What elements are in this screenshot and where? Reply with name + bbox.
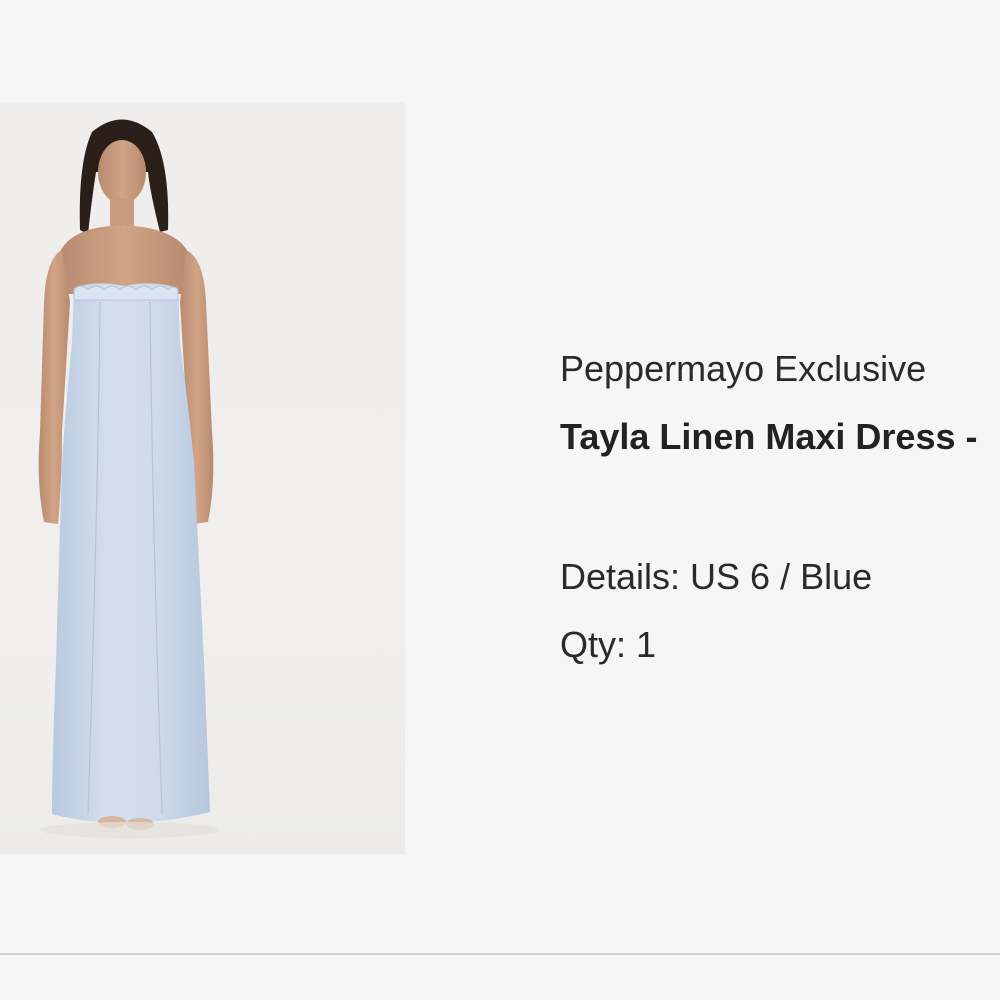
order-item-card: Peppermayo Exclusive Tayla Linen Maxi Dr… bbox=[0, 0, 1000, 1000]
product-quantity: Qty: 1 bbox=[560, 624, 657, 665]
product-name-link[interactable]: Tayla Linen Maxi Dress - bbox=[560, 414, 1000, 460]
product-image[interactable] bbox=[0, 102, 405, 854]
product-details: Details: US 6 / Blue bbox=[560, 556, 873, 597]
divider bbox=[0, 953, 1000, 955]
brand-label: Peppermayo Exclusive bbox=[560, 348, 927, 389]
dress-model-illustration bbox=[38, 119, 220, 838]
product-info: Peppermayo Exclusive Tayla Linen Maxi Dr… bbox=[560, 346, 1000, 668]
